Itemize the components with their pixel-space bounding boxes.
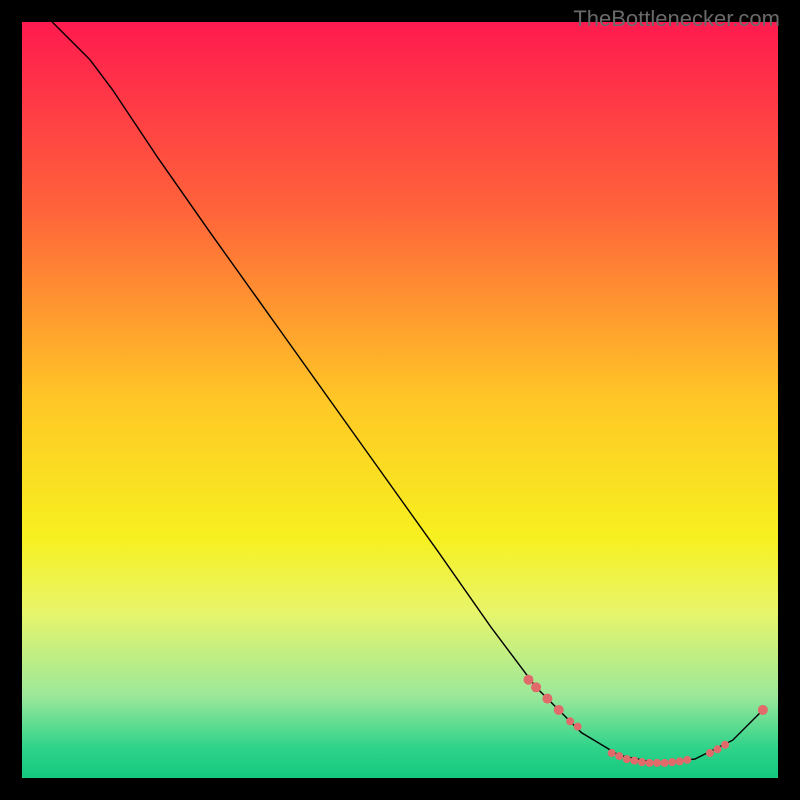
chart-marker-point xyxy=(531,682,541,692)
chart-marker-point xyxy=(653,759,661,767)
chart-plot-area xyxy=(22,22,778,778)
chart-marker-point xyxy=(758,705,768,715)
chart-marker-point xyxy=(574,723,582,731)
chart-background xyxy=(22,22,778,778)
chart-marker-point xyxy=(623,755,631,763)
chart-marker-point xyxy=(638,758,646,766)
chart-marker-point xyxy=(676,757,684,765)
chart-marker-point xyxy=(615,752,623,760)
chart-marker-point xyxy=(542,694,552,704)
chart-marker-point xyxy=(706,749,714,757)
chart-marker-point xyxy=(630,757,638,765)
chart-marker-point xyxy=(683,756,691,764)
chart-marker-point xyxy=(645,759,653,767)
watermark-text: TheBottlenecker.com xyxy=(573,6,780,32)
chart-marker-point xyxy=(668,758,676,766)
chart-marker-point xyxy=(554,705,564,715)
chart-marker-point xyxy=(566,717,574,725)
chart-marker-point xyxy=(661,759,669,767)
chart-marker-point xyxy=(714,745,722,753)
chart-marker-point xyxy=(721,741,729,749)
chart-marker-point xyxy=(608,749,616,757)
chart-svg xyxy=(22,22,778,778)
chart-marker-point xyxy=(524,675,534,685)
